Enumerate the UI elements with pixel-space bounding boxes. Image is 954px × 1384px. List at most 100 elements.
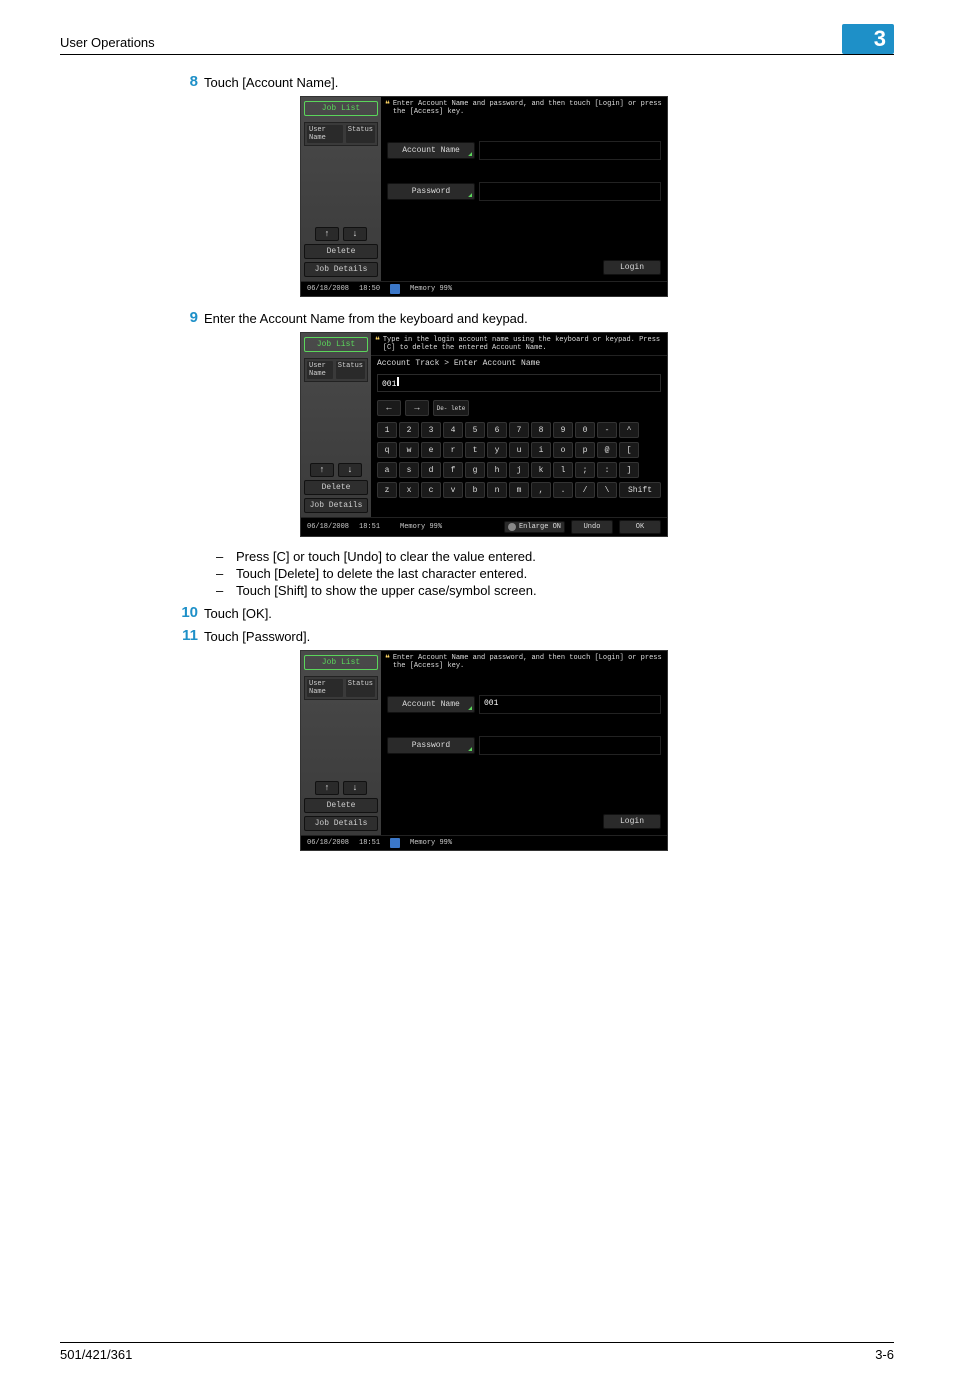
key-[[interactable]: [ — [619, 442, 639, 458]
login-button[interactable]: Login — [603, 814, 661, 829]
step-text: Touch [Password]. — [204, 627, 310, 644]
job-details-button[interactable]: Job Details — [304, 262, 378, 277]
key-g[interactable]: g — [465, 462, 485, 478]
key-q[interactable]: q — [377, 442, 397, 458]
key-\[interactable]: \ — [597, 482, 617, 498]
scroll-down-button[interactable]: ↓ — [343, 781, 367, 795]
key-x[interactable]: x — [399, 482, 419, 498]
cursor-right-button[interactable]: → — [405, 400, 429, 416]
key-j[interactable]: j — [509, 462, 529, 478]
status-col: Status — [346, 125, 375, 143]
status-icon — [390, 838, 400, 848]
sub-bullet: –Touch [Delete] to delete the last chara… — [216, 566, 894, 581]
key-r[interactable]: r — [443, 442, 463, 458]
password-button[interactable]: Password — [387, 183, 475, 200]
account-name-button[interactable]: Account Name — [387, 696, 475, 713]
key-l[interactable]: l — [553, 462, 573, 478]
key-p[interactable]: p — [575, 442, 595, 458]
sub-bullet: –Touch [Shift] to show the upper case/sy… — [216, 583, 894, 598]
account-name-input[interactable]: 001 — [377, 374, 661, 392]
account-name-button[interactable]: Account Name — [387, 142, 475, 159]
scroll-up-button[interactable]: ↑ — [315, 227, 339, 241]
job-list-button[interactable]: Job List — [304, 101, 378, 116]
key-m[interactable]: m — [509, 482, 529, 498]
key-9[interactable]: 9 — [553, 422, 573, 438]
key-;[interactable]: ; — [575, 462, 595, 478]
key-y[interactable]: y — [487, 442, 507, 458]
key-e[interactable]: e — [421, 442, 441, 458]
step-text: Touch [Account Name]. — [204, 73, 338, 90]
delete-button[interactable]: Delete — [304, 480, 368, 495]
job-details-button[interactable]: Job Details — [304, 498, 368, 513]
status-time: 18:51 — [359, 839, 380, 847]
key-c[interactable]: c — [421, 482, 441, 498]
memory-label: Memory — [400, 523, 425, 531]
enlarge-button[interactable]: Enlarge ON — [504, 521, 565, 533]
delete-button[interactable]: Delete — [304, 798, 378, 813]
job-list-button[interactable]: Job List — [304, 337, 368, 352]
password-button[interactable]: Password — [387, 737, 475, 754]
undo-button[interactable]: Undo — [571, 520, 613, 534]
shift-key[interactable]: Shift — [619, 482, 661, 498]
key-o[interactable]: o — [553, 442, 573, 458]
key-w[interactable]: w — [399, 442, 419, 458]
login-button[interactable]: Login — [603, 260, 661, 275]
key-b[interactable]: b — [465, 482, 485, 498]
key-n[interactable]: n — [487, 482, 507, 498]
key-5[interactable]: 5 — [465, 422, 485, 438]
account-name-value — [479, 141, 661, 160]
key-,[interactable]: , — [531, 482, 551, 498]
user-name-col: User Name — [307, 125, 343, 143]
key-4[interactable]: 4 — [443, 422, 463, 438]
job-list-header: User Name Status — [304, 122, 378, 146]
side-panel: Job List User Name Status ↑ ↓ Delete Job… — [301, 651, 381, 835]
delete-button[interactable]: Delete — [304, 244, 378, 259]
memory-value: 99% — [439, 285, 452, 293]
key-/[interactable]: / — [575, 482, 595, 498]
cursor-left-button[interactable]: ← — [377, 400, 401, 416]
key-][interactable]: ] — [619, 462, 639, 478]
scroll-down-button[interactable]: ↓ — [338, 463, 362, 477]
speech-bubble-icon: ❝ — [385, 654, 390, 670]
key-t[interactable]: t — [465, 442, 485, 458]
key-6[interactable]: 6 — [487, 422, 507, 438]
key-0[interactable]: 0 — [575, 422, 595, 438]
key-h[interactable]: h — [487, 462, 507, 478]
footer-left: 501/421/361 — [60, 1347, 132, 1362]
key-8[interactable]: 8 — [531, 422, 551, 438]
key-z[interactable]: z — [377, 482, 397, 498]
key-7[interactable]: 7 — [509, 422, 529, 438]
job-details-button[interactable]: Job Details — [304, 816, 378, 831]
scroll-up-button[interactable]: ↑ — [315, 781, 339, 795]
delete-key[interactable]: De- lete — [433, 400, 469, 416]
status-bar: 06/18/2008 18:50 Memory 99% — [301, 281, 667, 296]
key-d[interactable]: d — [421, 462, 441, 478]
key-:[interactable]: : — [597, 462, 617, 478]
scroll-down-button[interactable]: ↓ — [343, 227, 367, 241]
key-1[interactable]: 1 — [377, 422, 397, 438]
key-2[interactable]: 2 — [399, 422, 419, 438]
key-u[interactable]: u — [509, 442, 529, 458]
screenshot-keyboard: Job List User Name Status ↑ ↓ Delete Job… — [60, 332, 894, 537]
step-number: 11 — [168, 627, 204, 644]
key-i[interactable]: i — [531, 442, 551, 458]
key-.[interactable]: . — [553, 482, 573, 498]
key-k[interactable]: k — [531, 462, 551, 478]
key-s[interactable]: s — [399, 462, 419, 478]
side-panel: Job List User Name Status ↑ ↓ Delete Job… — [301, 333, 371, 517]
job-list-header: User Name Status — [304, 358, 368, 382]
key-v[interactable]: v — [443, 482, 463, 498]
key--[interactable]: - — [597, 422, 617, 438]
key-f[interactable]: f — [443, 462, 463, 478]
sub-bullet: –Press [C] or touch [Undo] to clear the … — [216, 549, 894, 564]
ok-button[interactable]: OK — [619, 520, 661, 534]
memory-value: 99% — [429, 523, 442, 531]
header-section-title: User Operations — [60, 35, 155, 50]
job-list-button[interactable]: Job List — [304, 655, 378, 670]
key-^[interactable]: ^ — [619, 422, 639, 438]
scroll-up-button[interactable]: ↑ — [310, 463, 334, 477]
key-3[interactable]: 3 — [421, 422, 441, 438]
key-@[interactable]: @ — [597, 442, 617, 458]
key-a[interactable]: a — [377, 462, 397, 478]
screenshot-login-empty: Job List User Name Status ↑ ↓ Delete Job… — [60, 96, 894, 297]
